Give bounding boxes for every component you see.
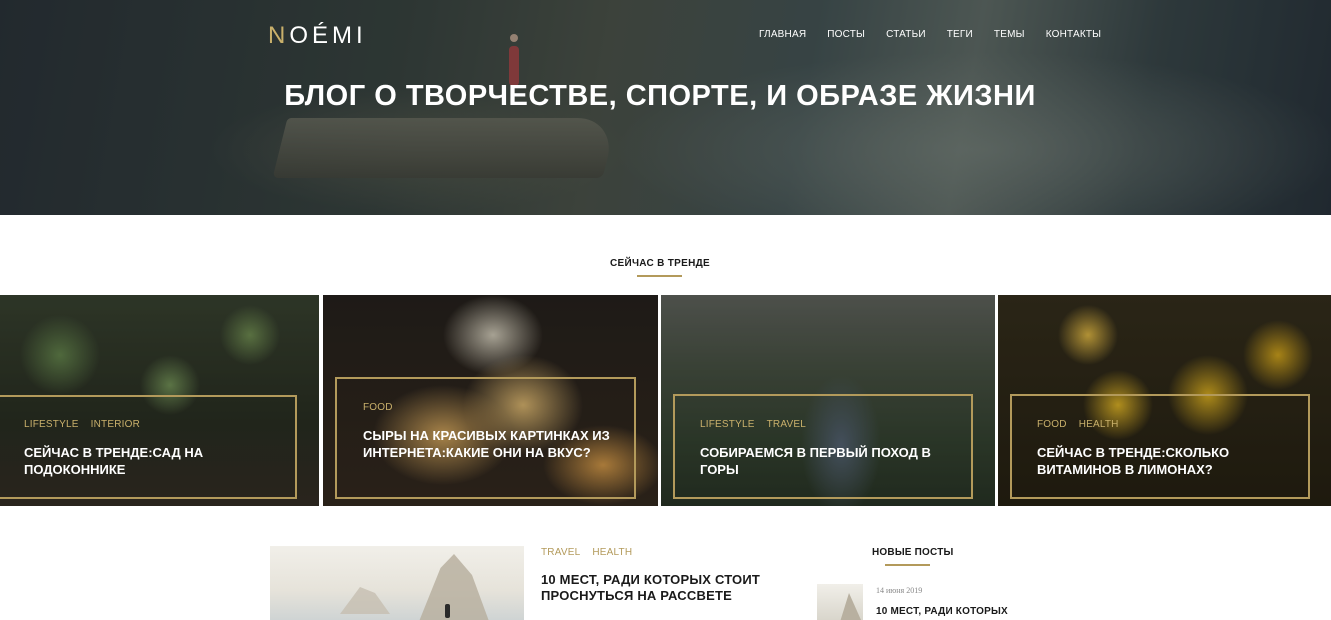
trending-card[interactable]: LIFESTYLE INTERIOR СЕЙЧАС В ТРЕНДЕ:САД Н…: [0, 295, 319, 506]
card-tags: LIFESTYLE TRAVEL: [700, 419, 806, 430]
trending-card[interactable]: LIFESTYLE TRAVEL СОБИРАЕМСЯ В ПЕРВЫЙ ПОХ…: [661, 295, 995, 506]
main-nav: ГЛАВНАЯ ПОСТЫ СТАТЬИ ТЕГИ ТЕМЫ КОНТАКТЫ: [759, 29, 1101, 40]
nav-item-contacts[interactable]: КОНТАКТЫ: [1046, 29, 1102, 40]
post-tag[interactable]: HEALTH: [592, 547, 632, 558]
card-tag[interactable]: FOOD: [1037, 419, 1067, 430]
card-tags: LIFESTYLE INTERIOR: [24, 419, 140, 430]
card-tag[interactable]: FOOD: [363, 402, 393, 413]
post-tag[interactable]: TRAVEL: [541, 547, 580, 558]
nav-item-posts[interactable]: ПОСТЫ: [827, 29, 865, 40]
card-tags: FOOD HEALTH: [1037, 419, 1119, 430]
trending-card[interactable]: FOOD HEALTH СЕЙЧАС В ТРЕНДЕ:СКОЛЬКО ВИТА…: [998, 295, 1331, 506]
post-image-person: [445, 604, 450, 618]
trending-heading-underline: [637, 275, 682, 277]
site-logo[interactable]: NOÉMI: [268, 22, 367, 50]
card-title[interactable]: СЕЙЧАС В ТРЕНДЕ:САД НА ПОДОКОННИКЕ: [24, 444, 254, 478]
card-tag[interactable]: LIFESTYLE: [24, 419, 79, 430]
card-title[interactable]: СЕЙЧАС В ТРЕНДЕ:СКОЛЬКО ВИТАМИНОВ В ЛИМО…: [1037, 444, 1277, 478]
card-tag[interactable]: LIFESTYLE: [700, 419, 755, 430]
nav-item-topics[interactable]: ТЕМЫ: [994, 29, 1025, 40]
card-title[interactable]: СЫРЫ НА КРАСИВЫХ КАРТИНКАХ ИЗ ИНТЕРНЕТА:…: [363, 427, 613, 461]
hero-header: NOÉMI ГЛАВНАЯ ПОСТЫ СТАТЬИ ТЕГИ ТЕМЫ КОН…: [0, 0, 1331, 215]
nav-item-home[interactable]: ГЛАВНАЯ: [759, 29, 806, 40]
logo-text: OÉMI: [289, 22, 367, 49]
card-tags: FOOD: [363, 402, 393, 413]
trending-card[interactable]: FOOD СЫРЫ НА КРАСИВЫХ КАРТИНКАХ ИЗ ИНТЕР…: [323, 295, 658, 506]
sidebar-heading-underline: [885, 564, 930, 566]
hero-title: БЛОГ О ТВОРЧЕСТВЕ, СПОРТЕ, И ОБРАЗЕ ЖИЗН…: [284, 80, 1036, 112]
post-title[interactable]: 10 МЕСТ, РАДИ КОТОРЫХ СТОИТ ПРОСНУТЬСЯ Н…: [541, 572, 781, 604]
trending-cards: LIFESTYLE INTERIOR СЕЙЧАС В ТРЕНДЕ:САД Н…: [0, 295, 1331, 506]
card-tag[interactable]: HEALTH: [1079, 419, 1119, 430]
sidebar-post-thumbnail[interactable]: [817, 584, 863, 620]
sidebar-post-date: 14 июня 2019: [876, 586, 923, 595]
sidebar-heading: НОВЫЕ ПОСТЫ: [872, 547, 954, 558]
logo-accent-letter: N: [268, 22, 290, 49]
nav-item-tags[interactable]: ТЕГИ: [947, 29, 973, 40]
post-image-rock: [340, 587, 390, 614]
trending-heading: СЕЙЧАС В ТРЕНДЕ: [609, 258, 711, 269]
nav-item-articles[interactable]: СТАТЬИ: [886, 29, 926, 40]
card-title[interactable]: СОБИРАЕМСЯ В ПЕРВЫЙ ПОХОД В ГОРЫ: [700, 444, 950, 478]
thumbnail-rock: [840, 593, 861, 620]
card-tag[interactable]: INTERIOR: [91, 419, 140, 430]
post-image[interactable]: [270, 546, 524, 620]
post-tags: TRAVEL HEALTH: [541, 547, 632, 558]
sidebar-post-title[interactable]: 10 МЕСТ, РАДИ КОТОРЫХ: [876, 606, 1008, 617]
card-tag[interactable]: TRAVEL: [767, 419, 806, 430]
